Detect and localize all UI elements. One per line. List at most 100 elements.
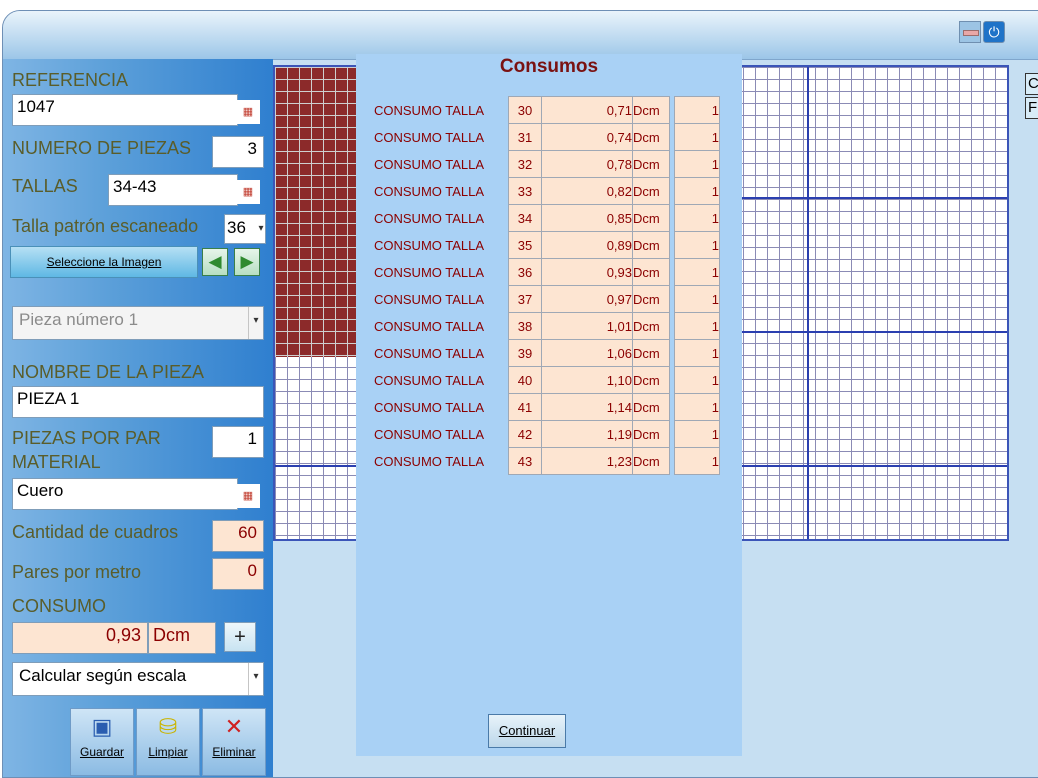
- save-button[interactable]: ▣ Guardar: [70, 708, 134, 776]
- consumo-row-count[interactable]: 1: [674, 447, 720, 475]
- consumo-row: CONSUMO TALLA 41 1,14 Dcm 1: [374, 393, 720, 421]
- consumo-row-label: CONSUMO TALLA: [374, 156, 485, 172]
- consumo-row-value[interactable]: 1,19: [541, 420, 633, 448]
- consumo-row-value[interactable]: 0,71: [541, 96, 633, 124]
- consumo-row-unit: Dcm: [632, 177, 670, 205]
- consumo-row-count[interactable]: 1: [674, 150, 720, 178]
- material-field[interactable]: Cuero: [12, 478, 238, 510]
- consumo-row-label: CONSUMO TALLA: [374, 426, 485, 442]
- consumo-row-value[interactable]: 1,23: [541, 447, 633, 475]
- consumo-row-count[interactable]: 1: [674, 231, 720, 259]
- consumo-row: CONSUMO TALLA 34 0,85 Dcm 1: [374, 204, 720, 232]
- clear-label: Limpiar: [148, 745, 188, 759]
- consumo-row-label: CONSUMO TALLA: [374, 210, 485, 226]
- consumo-row-value[interactable]: 1,01: [541, 312, 633, 340]
- minimize-button[interactable]: [959, 21, 981, 43]
- consumo-row-count[interactable]: 1: [674, 123, 720, 151]
- nombre-pieza-label: NOMBRE DE LA PIEZA: [12, 362, 205, 382]
- consumo-row: CONSUMO TALLA 37 0,97 Dcm 1: [374, 285, 720, 313]
- power-button[interactable]: ⏻: [983, 21, 1005, 43]
- consumo-row-unit: Dcm: [632, 204, 670, 232]
- pieza-select-value: Pieza número 1: [19, 310, 139, 329]
- numero-piezas-field[interactable]: 3: [212, 136, 264, 168]
- consumo-row-unit: Dcm: [632, 312, 670, 340]
- next-arrow-icon[interactable]: ▶: [234, 248, 260, 276]
- consumo-row-value[interactable]: 1,14: [541, 393, 633, 421]
- consumo-row-label: CONSUMO TALLA: [374, 102, 485, 118]
- chevron-down-icon: ▾: [248, 307, 263, 339]
- consumo-row-count[interactable]: 1: [674, 177, 720, 205]
- piezas-por-par-field[interactable]: 1: [212, 426, 264, 458]
- referencia-field[interactable]: 1047: [12, 94, 238, 126]
- consumo-row-size: 42: [508, 420, 542, 448]
- consumo-row-label: CONSUMO TALLA: [374, 237, 485, 253]
- bottom-toolbar: ▣ Guardar ⛁ Limpiar ✕ Eliminar: [70, 708, 270, 776]
- consumo-row-value[interactable]: 0,78: [541, 150, 633, 178]
- consumo-row-count[interactable]: 1: [674, 339, 720, 367]
- consumo-row-value[interactable]: 0,82: [541, 177, 633, 205]
- continue-button[interactable]: Continuar: [488, 714, 566, 748]
- nombre-pieza-field[interactable]: PIEZA 1: [12, 386, 264, 418]
- talla-patron-select[interactable]: 36 ▾: [224, 214, 266, 244]
- title-bar: ⏻: [3, 11, 1038, 60]
- tallas-lookup-icon[interactable]: ▦: [236, 180, 260, 204]
- delete-button[interactable]: ✕ Eliminar: [202, 708, 266, 776]
- consumo-row: CONSUMO TALLA 33 0,82 Dcm 1: [374, 177, 720, 205]
- consumo-row: CONSUMO TALLA 35 0,89 Dcm 1: [374, 231, 720, 259]
- consumo-row-size: 39: [508, 339, 542, 367]
- clear-button[interactable]: ⛁ Limpiar: [136, 708, 200, 776]
- database-icon: ⛁: [158, 714, 178, 739]
- consumo-row-size: 34: [508, 204, 542, 232]
- consumo-row-size: 36: [508, 258, 542, 286]
- pares-por-metro-field: 0: [212, 558, 264, 590]
- consumo-field: 0,93: [12, 622, 148, 654]
- calcular-select[interactable]: Calcular según escala ▾: [12, 662, 264, 696]
- consumo-row-count[interactable]: 1: [674, 393, 720, 421]
- consumo-row-size: 35: [508, 231, 542, 259]
- consumo-row-label: CONSUMO TALLA: [374, 345, 485, 361]
- consumo-row-value[interactable]: 1,10: [541, 366, 633, 394]
- consumo-row-label: CONSUMO TALLA: [374, 264, 485, 280]
- consumo-row-value[interactable]: 0,74: [541, 123, 633, 151]
- material-label: MATERIAL: [12, 452, 101, 472]
- consumo-row-count[interactable]: 1: [674, 366, 720, 394]
- add-button[interactable]: +: [224, 622, 256, 652]
- consumo-row-value[interactable]: 1,06: [541, 339, 633, 367]
- consumo-row-count[interactable]: 1: [674, 285, 720, 313]
- consumo-row-count[interactable]: 1: [674, 312, 720, 340]
- consumo-row-label: CONSUMO TALLA: [374, 129, 485, 145]
- consumo-row-count[interactable]: 1: [674, 420, 720, 448]
- consumo-row-label: CONSUMO TALLA: [374, 372, 485, 388]
- tallas-field[interactable]: 34-43: [108, 174, 238, 206]
- consumo-row-unit: Dcm: [632, 231, 670, 259]
- consumo-row-value[interactable]: 0,93: [541, 258, 633, 286]
- consumo-row-label: CONSUMO TALLA: [374, 291, 485, 307]
- side-button-c[interactable]: C: [1025, 73, 1038, 95]
- consumo-row: CONSUMO TALLA 36 0,93 Dcm 1: [374, 258, 720, 286]
- consumo-row-unit: Dcm: [632, 96, 670, 124]
- consumo-row-label: CONSUMO TALLA: [374, 183, 485, 199]
- pieza-select[interactable]: Pieza número 1 ▾: [12, 306, 264, 340]
- numero-piezas-label: NUMERO DE PIEZAS: [12, 138, 192, 158]
- previous-arrow-icon[interactable]: ◀: [202, 248, 228, 276]
- consumo-row-unit: Dcm: [632, 258, 670, 286]
- select-image-button[interactable]: Seleccione la Imagen: [10, 246, 198, 278]
- consumo-row-value[interactable]: 0,89: [541, 231, 633, 259]
- delete-label: Eliminar: [212, 745, 256, 759]
- grid-major-line: [807, 67, 809, 539]
- consumo-row-label: CONSUMO TALLA: [374, 399, 485, 415]
- consumo-row-size: 38: [508, 312, 542, 340]
- consumo-row-count[interactable]: 1: [674, 96, 720, 124]
- consumo-row-value[interactable]: 0,97: [541, 285, 633, 313]
- side-button-f[interactable]: F: [1025, 97, 1038, 119]
- consumo-row-count[interactable]: 1: [674, 258, 720, 286]
- consumo-row-value[interactable]: 0,85: [541, 204, 633, 232]
- consumo-row-count[interactable]: 1: [674, 204, 720, 232]
- consumo-row-size: 32: [508, 150, 542, 178]
- scanned-piece-image: [275, 67, 359, 357]
- consumo-row: CONSUMO TALLA 31 0,74 Dcm 1: [374, 123, 720, 151]
- consumo-row-unit: Dcm: [632, 420, 670, 448]
- referencia-lookup-icon[interactable]: ▦: [236, 100, 260, 124]
- material-lookup-icon[interactable]: ▦: [236, 484, 260, 508]
- consumo-row: CONSUMO TALLA 42 1,19 Dcm 1: [374, 420, 720, 448]
